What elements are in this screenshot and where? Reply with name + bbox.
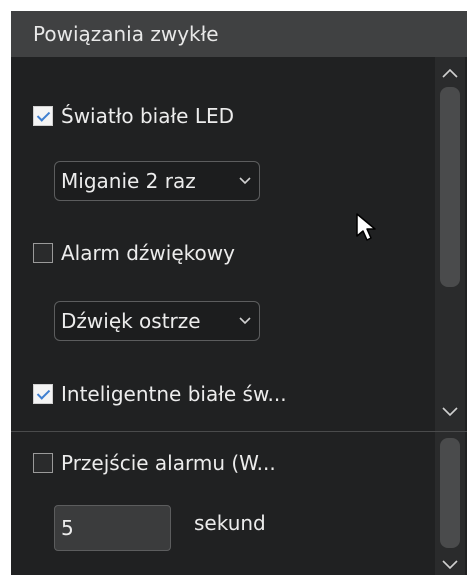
linkage-panel: Powiązania zwykłe Światło białe LED Miga… bbox=[11, 11, 467, 575]
alarm-sound-checkbox[interactable] bbox=[33, 243, 53, 263]
cursor-arrow-icon bbox=[356, 213, 376, 241]
led-option[interactable]: Światło białe LED bbox=[33, 104, 234, 128]
top-scrollbar-thumb[interactable] bbox=[440, 87, 460, 287]
sound-type-value: Dźwięk ostrze bbox=[61, 309, 201, 333]
top-scrollbar[interactable] bbox=[435, 57, 465, 431]
chevron-up-icon[interactable] bbox=[442, 67, 458, 79]
bottom-scrollbar[interactable] bbox=[435, 432, 465, 575]
alarm-transition-option[interactable]: Przejście alarmu (W... bbox=[33, 451, 276, 475]
duration-value: 5 bbox=[61, 516, 74, 540]
chevron-down-icon[interactable] bbox=[442, 406, 458, 418]
alarm-sound-label: Alarm dźwiękowy bbox=[61, 241, 235, 265]
bottom-scrollbar-thumb[interactable] bbox=[440, 438, 460, 548]
chevron-down-icon bbox=[239, 177, 251, 185]
alarm-transition-checkbox[interactable] bbox=[33, 453, 53, 473]
led-label: Światło białe LED bbox=[61, 104, 235, 128]
smart-light-label: Inteligentne białe św... bbox=[61, 382, 287, 406]
smart-light-option[interactable]: Inteligentne białe św... bbox=[33, 382, 287, 406]
alarm-sound-option[interactable]: Alarm dźwiękowy bbox=[33, 241, 235, 265]
panel-header: Powiązania zwykłe bbox=[11, 11, 467, 57]
duration-unit: sekund bbox=[194, 511, 266, 535]
bottom-options-section: Przejście alarmu (W... 5 sekund bbox=[11, 432, 434, 575]
sound-type-select[interactable]: Dźwięk ostrze bbox=[54, 301, 260, 341]
led-mode-select[interactable]: Miganie 2 raz bbox=[54, 161, 260, 201]
alarm-transition-label: Przejście alarmu (W... bbox=[61, 451, 276, 475]
panel-title: Powiązania zwykłe bbox=[33, 22, 219, 46]
duration-input[interactable]: 5 bbox=[54, 505, 171, 551]
led-mode-value: Miganie 2 raz bbox=[61, 169, 196, 193]
chevron-down-icon[interactable] bbox=[442, 559, 458, 571]
led-checkbox[interactable] bbox=[33, 106, 53, 126]
chevron-down-icon bbox=[239, 317, 251, 325]
smart-light-checkbox[interactable] bbox=[33, 384, 53, 404]
